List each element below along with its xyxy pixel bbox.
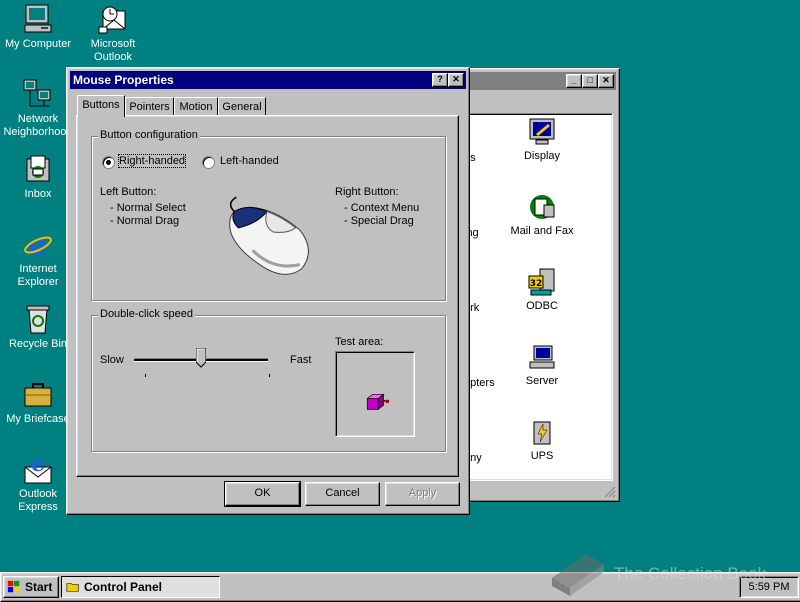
tab-pointers[interactable]: Pointers bbox=[125, 97, 174, 116]
briefcase-icon bbox=[24, 383, 52, 407]
right-button-action: - Context Menu bbox=[344, 202, 420, 214]
cp-item-label: ODBC bbox=[526, 300, 558, 312]
tab-general[interactable]: General bbox=[218, 97, 266, 116]
display-icon bbox=[529, 118, 555, 145]
desktop-icon-microsoft-outlook[interactable]: Microsoft Outlook bbox=[75, 3, 151, 64]
left-button-action: - Normal Select bbox=[110, 202, 186, 214]
recycle-bin-icon bbox=[26, 305, 50, 334]
desktop-icon-recycle-bin[interactable]: Recycle Bin bbox=[0, 303, 76, 351]
desktop-icon-network-neighborhood[interactable]: Network Neighborhood bbox=[0, 78, 76, 139]
cp-item-label: Mail and Fax bbox=[510, 225, 574, 237]
network-icon bbox=[23, 79, 51, 107]
cp-item-label: UPS bbox=[530, 450, 554, 462]
resize-grip-icon[interactable] bbox=[604, 486, 616, 498]
close-button[interactable]: ✕ bbox=[448, 73, 464, 87]
dialog-titlebar[interactable]: Mouse Properties ? ✕ bbox=[70, 71, 466, 89]
folder-icon bbox=[66, 583, 79, 592]
help-button[interactable]: ? bbox=[432, 73, 448, 87]
desktop-icon-label: Microsoft Outlook bbox=[90, 38, 136, 63]
test-area-label: Test area: bbox=[335, 336, 384, 348]
dialog-title: Mouse Properties bbox=[73, 73, 174, 87]
windows-logo-icon bbox=[7, 580, 20, 593]
close-button[interactable]: ✕ bbox=[598, 74, 614, 88]
inbox-icon bbox=[26, 155, 50, 182]
apply-button-label: Apply bbox=[408, 487, 437, 499]
ie-icon: e bbox=[24, 228, 52, 260]
right-button-title: Right Button: bbox=[335, 186, 399, 198]
desktop-icon-label: Recycle Bin bbox=[8, 338, 68, 350]
cp-item-label: Display bbox=[523, 150, 561, 162]
book-logo-icon bbox=[552, 554, 604, 596]
desktop-icon-label: Outlook Express bbox=[18, 488, 58, 513]
mail-fax-icon bbox=[530, 195, 555, 219]
desktop-icon-label: Inbox bbox=[24, 188, 52, 200]
start-button[interactable]: Start bbox=[3, 576, 59, 598]
fast-label: Fast bbox=[290, 354, 312, 366]
cp-item-mail-and-fax[interactable]: Mail and Fax bbox=[502, 191, 582, 237]
radio-selected-dot bbox=[106, 160, 111, 165]
svg-text:32: 32 bbox=[530, 279, 543, 289]
ok-button[interactable]: OK bbox=[224, 481, 301, 507]
tab-buttons[interactable]: Buttons bbox=[77, 95, 125, 117]
desktop-icon-label: My Briefcase bbox=[6, 413, 70, 425]
group-title: Double-click speed bbox=[98, 308, 195, 320]
watermark: The Collection Book bbox=[548, 552, 788, 598]
right-handed-label[interactable]: Right-handed bbox=[117, 154, 187, 168]
watermark-text: The Collection Book bbox=[614, 564, 767, 583]
desktop-icon-internet-explorer[interactable]: e Internet Explorer bbox=[0, 228, 76, 289]
double-click-slider-thumb[interactable] bbox=[196, 348, 206, 368]
apply-button[interactable]: Apply bbox=[385, 482, 460, 506]
slow-label: Slow bbox=[100, 354, 124, 366]
slider-tick bbox=[269, 374, 270, 377]
button-configuration-group: Button configuration Right-handed Left-h… bbox=[91, 129, 446, 301]
start-label: Start bbox=[25, 580, 53, 594]
cp-item-label: Server bbox=[525, 375, 559, 387]
desktop-icon-my-computer[interactable]: My Computer bbox=[0, 3, 76, 51]
taskbar-item-control-panel[interactable]: Control Panel bbox=[61, 576, 220, 598]
tab-panel-buttons: Button configuration Right-handed Left-h… bbox=[76, 115, 459, 477]
double-click-speed-group: Double-click speed Slow Fast Test area: bbox=[91, 308, 446, 452]
right-button-action: - Special Drag bbox=[344, 215, 414, 227]
cp-item-display[interactable]: Display bbox=[502, 116, 582, 162]
control-panel-titlebar[interactable]: _ □ ✕ bbox=[460, 72, 616, 90]
right-handed-radio[interactable] bbox=[102, 156, 115, 169]
left-button-action: - Normal Drag bbox=[110, 215, 180, 227]
desktop-icon-label: My Computer bbox=[4, 38, 72, 50]
odbc-icon: 32 bbox=[528, 268, 555, 296]
outlook-express-icon: e bbox=[24, 453, 52, 484]
svg-text:e: e bbox=[31, 453, 45, 477]
tab-motion[interactable]: Motion bbox=[174, 97, 218, 116]
test-area[interactable] bbox=[335, 351, 415, 437]
maximize-button[interactable]: □ bbox=[582, 74, 598, 88]
outlook-icon bbox=[98, 6, 126, 34]
server-icon bbox=[529, 345, 555, 369]
group-title: Button configuration bbox=[98, 129, 200, 141]
desktop-icon-my-briefcase[interactable]: My Briefcase bbox=[0, 378, 76, 426]
slider-tick bbox=[145, 374, 146, 377]
minimize-button[interactable]: _ bbox=[566, 74, 582, 88]
control-panel-content: es ing ork apters ony Display Mail and F… bbox=[461, 113, 613, 481]
cp-item-server[interactable]: Server bbox=[502, 341, 582, 387]
cancel-button[interactable]: Cancel bbox=[305, 482, 380, 506]
cp-item-odbc[interactable]: 32 ODBC bbox=[502, 266, 582, 312]
left-handed-label[interactable]: Left-handed bbox=[220, 155, 279, 167]
desktop-icon-outlook-express[interactable]: e Outlook Express bbox=[0, 453, 76, 514]
ups-icon bbox=[533, 421, 551, 445]
mouse-properties-dialog[interactable]: Mouse Properties ? ✕ Buttons Pointers Mo… bbox=[66, 67, 470, 515]
taskbar-item-label: Control Panel bbox=[84, 580, 163, 594]
computer-icon bbox=[24, 4, 52, 33]
desktop-icon-inbox[interactable]: Inbox bbox=[0, 153, 76, 201]
jack-in-the-box-icon[interactable] bbox=[364, 390, 390, 416]
left-button-title: Left Button: bbox=[100, 186, 157, 198]
desktop-icon-label: Network Neighborhood bbox=[3, 113, 73, 138]
control-panel-window[interactable]: _ □ ✕ es ing ork apters ony Display Mail… bbox=[456, 68, 620, 502]
desktop-icon-label: Internet Explorer bbox=[17, 263, 59, 288]
left-handed-radio[interactable] bbox=[202, 156, 215, 169]
cp-item-ups[interactable]: UPS bbox=[502, 416, 582, 462]
mouse-icon bbox=[229, 196, 309, 275]
